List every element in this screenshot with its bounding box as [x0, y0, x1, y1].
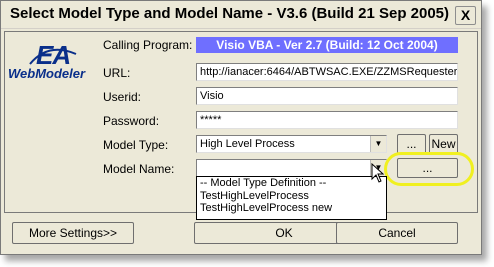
cancel-button[interactable]: Cancel: [336, 222, 458, 244]
ea-webmodeler-logo: EA WebModeler: [8, 40, 100, 85]
model-type-label: Model Type:: [103, 138, 169, 152]
list-item[interactable]: TestHighLevelProcess: [197, 190, 386, 203]
password-label: Password:: [103, 114, 160, 128]
userid-field[interactable]: Visio: [196, 87, 458, 105]
title-bar: Select Model Type and Model Name - V3.6 …: [1, 1, 481, 29]
close-button[interactable]: X: [455, 6, 476, 25]
model-type-value: High Level Process: [200, 138, 295, 150]
url-label: URL:: [103, 66, 131, 80]
close-icon[interactable]: X: [461, 7, 470, 23]
mouse-cursor-icon: [371, 163, 385, 183]
window-title: Select Model Type and Model Name - V3.6 …: [10, 5, 450, 22]
userid-label: Userid:: [103, 90, 142, 104]
more-settings-button[interactable]: More Settings>>: [12, 222, 134, 244]
model-type-select[interactable]: High Level Process ▼: [196, 135, 387, 153]
new-button[interactable]: New: [429, 134, 458, 154]
model-name-select[interactable]: ▼: [196, 159, 387, 177]
list-item[interactable]: TestHighLevelProcess new: [197, 202, 386, 215]
highlight-ellipse: [384, 152, 474, 186]
dropdown-arrow-icon[interactable]: ▼: [370, 136, 386, 152]
calling-program-value: Visio VBA - Ver 2.7 (Build: 12 Oct 2004): [196, 37, 458, 53]
model-type-browse-button[interactable]: ...: [397, 134, 426, 154]
logo-webmodeler-text: WebModeler: [8, 66, 86, 81]
model-name-label: Model Name:: [103, 162, 175, 176]
list-item[interactable]: -- Model Type Definition --: [197, 177, 386, 190]
url-field[interactable]: http://ianacer:6464/ABTWSAC.EXE/ZZMSRequ…: [196, 63, 458, 81]
password-field[interactable]: *****: [196, 111, 458, 129]
model-name-dropdown-list: -- Model Type Definition -- TestHighLeve…: [196, 176, 387, 220]
calling-program-label: Calling Program:: [103, 38, 193, 52]
